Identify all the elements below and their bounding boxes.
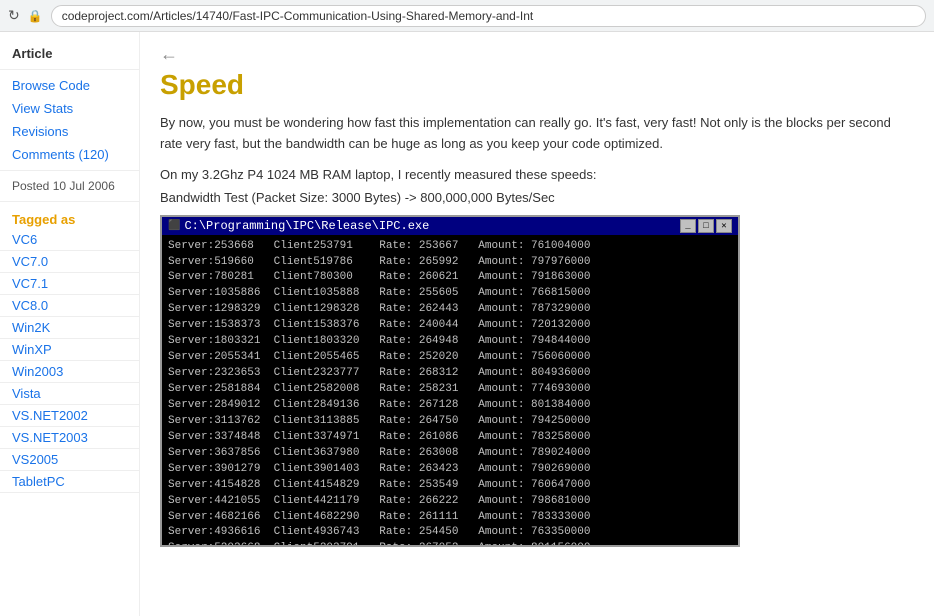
console-line: Server:2055341 Client2055465 Rate: 25202… [168,350,732,366]
console-body[interactable]: Server:253668 Client253791 Rate: 253667 … [162,235,738,545]
measured-text: On my 3.2Ghz P4 1024 MB RAM laptop, I re… [160,167,914,182]
console-line: Server:1803321 Client1803320 Rate: 26494… [168,334,732,350]
console-minimize-button[interactable]: _ [680,219,696,233]
sidebar-link-view-stats[interactable]: View Stats [0,97,139,120]
sidebar-tag-vc71[interactable]: VC7.1 [0,273,139,295]
sidebar-tag-tabletpc[interactable]: TabletPC [0,471,139,493]
url-bar[interactable] [51,5,926,27]
console-window: ⬛ C:\Programming\IPC\Release\IPC.exe _ □… [160,215,740,547]
console-line: Server:4936616 Client4936743 Rate: 25445… [168,525,732,541]
sidebar-tagged-label: Tagged as [0,206,139,229]
console-titlebar-left: ⬛ C:\Programming\IPC\Release\IPC.exe [168,219,429,233]
sidebar-tag-vc80[interactable]: VC8.0 [0,295,139,317]
console-restore-button[interactable]: □ [698,219,714,233]
page-title: Speed [160,69,914,101]
browser-bar: ↻ 🔒 [0,0,934,32]
sidebar-tag-vsnet2002[interactable]: VS.NET2002 [0,405,139,427]
console-line: Server:3113762 Client3113885 Rate: 26475… [168,414,732,430]
sidebar-tag-vsnet2003[interactable]: VS.NET2003 [0,427,139,449]
console-title: C:\Programming\IPC\Release\IPC.exe [184,219,429,233]
console-line: Server:3637856 Client3637980 Rate: 26300… [168,446,732,462]
lock-icon: 🔒 [28,9,43,23]
console-line: Server:2849012 Client2849136 Rate: 26712… [168,398,732,414]
sidebar-tag-vista[interactable]: Vista [0,383,139,405]
console-line: Server:3374848 Client3374971 Rate: 26108… [168,430,732,446]
sidebar: Article Browse Code View Stats Revisions… [0,32,140,616]
bandwidth-text: Bandwidth Test (Packet Size: 3000 Bytes)… [160,190,914,205]
console-line: Server:2581884 Client2582008 Rate: 25823… [168,382,732,398]
console-close-button[interactable]: ✕ [716,219,732,233]
sidebar-tag-winxp[interactable]: WinXP [0,339,139,361]
intro-paragraph: By now, you must be wondering how fast t… [160,113,914,155]
console-line: Server:4682166 Client4682290 Rate: 26111… [168,510,732,526]
console-line: Server:1298329 Client1298328 Rate: 26244… [168,302,732,318]
console-titlebar: ⬛ C:\Programming\IPC\Release\IPC.exe _ □… [162,217,738,235]
console-titlebar-controls: _ □ ✕ [680,219,732,233]
sidebar-tag-vc6[interactable]: VC6 [0,229,139,251]
console-line: Server:519660 Client519786 Rate: 265992 … [168,255,732,271]
page-layout: Article Browse Code View Stats Revisions… [0,32,934,616]
console-line: Server:1035886 Client1035888 Rate: 25560… [168,286,732,302]
console-line: Server:4421055 Client4421179 Rate: 26622… [168,494,732,510]
main-content: ← Speed By now, you must be wondering ho… [140,32,934,616]
sidebar-link-comments[interactable]: Comments (120) [0,143,139,166]
sidebar-posted: Posted 10 Jul 2006 [0,175,139,197]
back-arrow-icon[interactable]: ← [160,44,178,65]
sidebar-link-revisions[interactable]: Revisions [0,120,139,143]
console-line: Server:5203668 Client5203791 Rate: 26705… [168,541,732,544]
console-line: Server:780281 Client780300 Rate: 260621 … [168,270,732,286]
sidebar-tag-vc70[interactable]: VC7.0 [0,251,139,273]
console-line: Server:2323653 Client2323777 Rate: 26831… [168,366,732,382]
sidebar-tag-win2k[interactable]: Win2K [0,317,139,339]
sidebar-article-title: Article [0,40,139,65]
sidebar-tag-vs2005[interactable]: VS2005 [0,449,139,471]
console-cmd-icon: ⬛ [168,220,180,232]
console-line: Server:3901279 Client3901403 Rate: 26342… [168,462,732,478]
console-line: Server:253668 Client253791 Rate: 253667 … [168,239,732,255]
refresh-icon[interactable]: ↻ [8,7,20,24]
sidebar-link-browse-code[interactable]: Browse Code [0,74,139,97]
sidebar-tag-win2003[interactable]: Win2003 [0,361,139,383]
console-line: Server:1538373 Client1538376 Rate: 24004… [168,318,732,334]
console-line: Server:4154828 Client4154829 Rate: 25354… [168,478,732,494]
